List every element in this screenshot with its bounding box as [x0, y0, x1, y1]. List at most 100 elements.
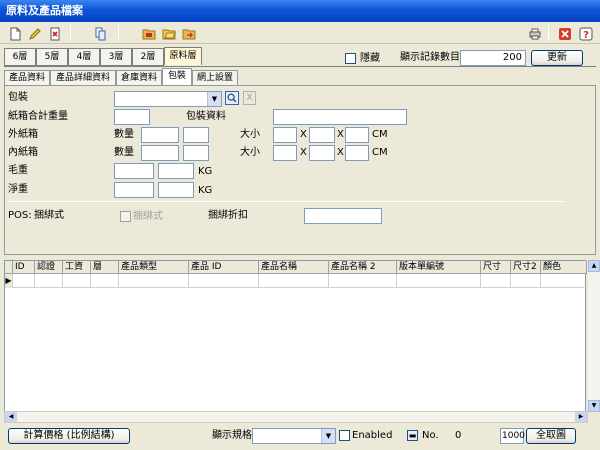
record-count-label: 顯示記錄數目 [400, 52, 460, 63]
open-button[interactable] [160, 25, 176, 41]
fetch-all-button[interactable]: 全取圖 [526, 428, 576, 444]
delete-record-button[interactable] [46, 25, 62, 41]
new-button[interactable] [6, 25, 22, 41]
col-header-product-name-2[interactable]: 產品名稱 2 [329, 261, 397, 274]
col-header-product-type[interactable]: 產品類型 [119, 261, 189, 274]
horizontal-scrollbar[interactable]: ◀ ▶ [4, 411, 588, 423]
product-grid: ID 認證 工資 層 產品類型 產品 ID 產品名稱 產品名稱 2 版本單編號 … [4, 260, 587, 412]
tab-layer-6[interactable]: 6層 [4, 48, 36, 66]
edit-button[interactable] [26, 25, 42, 41]
net-weight-input[interactable] [114, 182, 154, 198]
folder-save-icon [142, 29, 156, 40]
chevron-down-icon[interactable]: ▼ [321, 429, 335, 443]
outer-length-input[interactable] [273, 127, 297, 143]
window-title: 原料及產品檔案 [6, 4, 83, 17]
tab-online-settings[interactable]: 網上設置 [192, 70, 238, 86]
tab-warehouse-info[interactable]: 倉庫資料 [116, 70, 162, 86]
display-spec-label: 顯示規格 [212, 430, 252, 441]
copy-button[interactable] [92, 25, 108, 41]
grid-cell[interactable] [91, 274, 119, 288]
col-header-wage[interactable]: 工資 [63, 261, 91, 274]
vertical-scrollbar[interactable]: ▲ ▼ [588, 260, 600, 412]
export-button[interactable] [180, 25, 196, 41]
inner-width-input[interactable] [309, 145, 335, 161]
search-button[interactable] [225, 91, 239, 105]
outer-height-input[interactable] [345, 127, 369, 143]
inner-length-input[interactable] [273, 145, 297, 161]
col-header-product-id[interactable]: 產品 ID [189, 261, 259, 274]
grid-cell[interactable] [35, 274, 63, 288]
display-spec-select[interactable]: ▼ [252, 428, 336, 444]
search-icon [227, 93, 237, 103]
grid-cell[interactable] [259, 274, 329, 288]
outer-qty-input-2[interactable] [183, 127, 209, 143]
close-form-button[interactable] [556, 25, 572, 41]
tab-layer-2[interactable]: 2層 [132, 48, 164, 66]
inner-qty-input-2[interactable] [183, 145, 209, 161]
gross-weight-input-2[interactable] [158, 163, 194, 179]
x-label: X [300, 129, 307, 140]
inner-qty-input[interactable] [141, 145, 179, 161]
outer-width-input[interactable] [309, 127, 335, 143]
folder-export-icon [182, 29, 196, 40]
grid-cell[interactable] [119, 274, 189, 288]
pencil-icon [29, 28, 41, 40]
grid-cell[interactable] [329, 274, 397, 288]
record-count-input[interactable]: 200 [460, 50, 526, 66]
grid-cell[interactable] [481, 274, 511, 288]
pos-label: POS: [8, 210, 32, 221]
grid-cell[interactable] [63, 274, 91, 288]
grid-cell[interactable] [189, 274, 259, 288]
net-kg-label: KG [198, 185, 213, 196]
inner-height-input[interactable] [345, 145, 369, 161]
tab-layer-4[interactable]: 4層 [68, 48, 100, 66]
scroll-right-icon[interactable]: ▶ [575, 412, 587, 422]
col-header-id[interactable]: ID [13, 261, 35, 274]
bundle-discount-input[interactable] [304, 208, 382, 224]
refresh-button[interactable]: 更新 [531, 50, 583, 66]
scroll-up-icon[interactable]: ▲ [588, 260, 600, 272]
grid-cell[interactable] [397, 274, 481, 288]
outer-size-label: 大小 [240, 129, 260, 140]
grid-cell[interactable] [511, 274, 541, 288]
col-header-product-name[interactable]: 產品名稱 [259, 261, 329, 274]
packaging-info-input[interactable] [273, 109, 407, 125]
bundle-checkbox[interactable] [120, 211, 131, 222]
clear-icon[interactable]: X [243, 91, 256, 105]
col-header-color[interactable]: 顏色 [541, 261, 587, 274]
packaging-select[interactable]: ▼ [114, 91, 222, 107]
tab-raw-material-layer[interactable]: 原料層 [164, 47, 202, 65]
tab-packaging[interactable]: 包裝 [162, 68, 192, 86]
gross-weight-input[interactable] [114, 163, 154, 179]
grid-cell[interactable] [13, 274, 35, 288]
enabled-checkbox[interactable] [339, 430, 350, 441]
svg-text:?: ? [583, 30, 589, 41]
net-weight-input-2[interactable] [158, 182, 194, 198]
row-indicator-icon: ▶ [5, 274, 13, 288]
col-header-version-no[interactable]: 版本單編號 [397, 261, 481, 274]
tab-layer-3[interactable]: 3層 [100, 48, 132, 66]
tab-product-details[interactable]: 產品詳細資料 [50, 70, 116, 86]
carton-total-weight-input[interactable] [114, 109, 150, 125]
calc-price-button[interactable]: 計算價格 (比例結構) [8, 428, 130, 444]
tab-product-info[interactable]: 產品資料 [4, 70, 50, 86]
no-toggle-icon[interactable]: ▬ [407, 430, 418, 441]
save-button[interactable] [140, 25, 156, 41]
col-header-size-2[interactable]: 尺寸2 [511, 261, 541, 274]
tab-layer-5[interactable]: 5層 [36, 48, 68, 66]
print-button[interactable] [526, 25, 542, 41]
scroll-down-icon[interactable]: ▼ [588, 400, 600, 412]
help-button[interactable]: ? [577, 25, 593, 41]
table-row[interactable]: ▶ [5, 274, 587, 288]
col-header-certification[interactable]: 認證 [35, 261, 63, 274]
col-header-layer[interactable]: 層 [91, 261, 119, 274]
chevron-down-icon[interactable]: ▼ [207, 92, 221, 106]
hide-checkbox[interactable] [345, 53, 356, 64]
scroll-left-icon[interactable]: ◀ [5, 412, 17, 422]
enabled-label: Enabled [352, 430, 393, 441]
help-icon: ? [579, 27, 593, 41]
page-size-input[interactable]: 1000 [500, 428, 525, 444]
outer-qty-input[interactable] [141, 127, 179, 143]
col-header-size[interactable]: 尺寸 [481, 261, 511, 274]
bundle-style-label: 捆綁式 [34, 210, 64, 221]
